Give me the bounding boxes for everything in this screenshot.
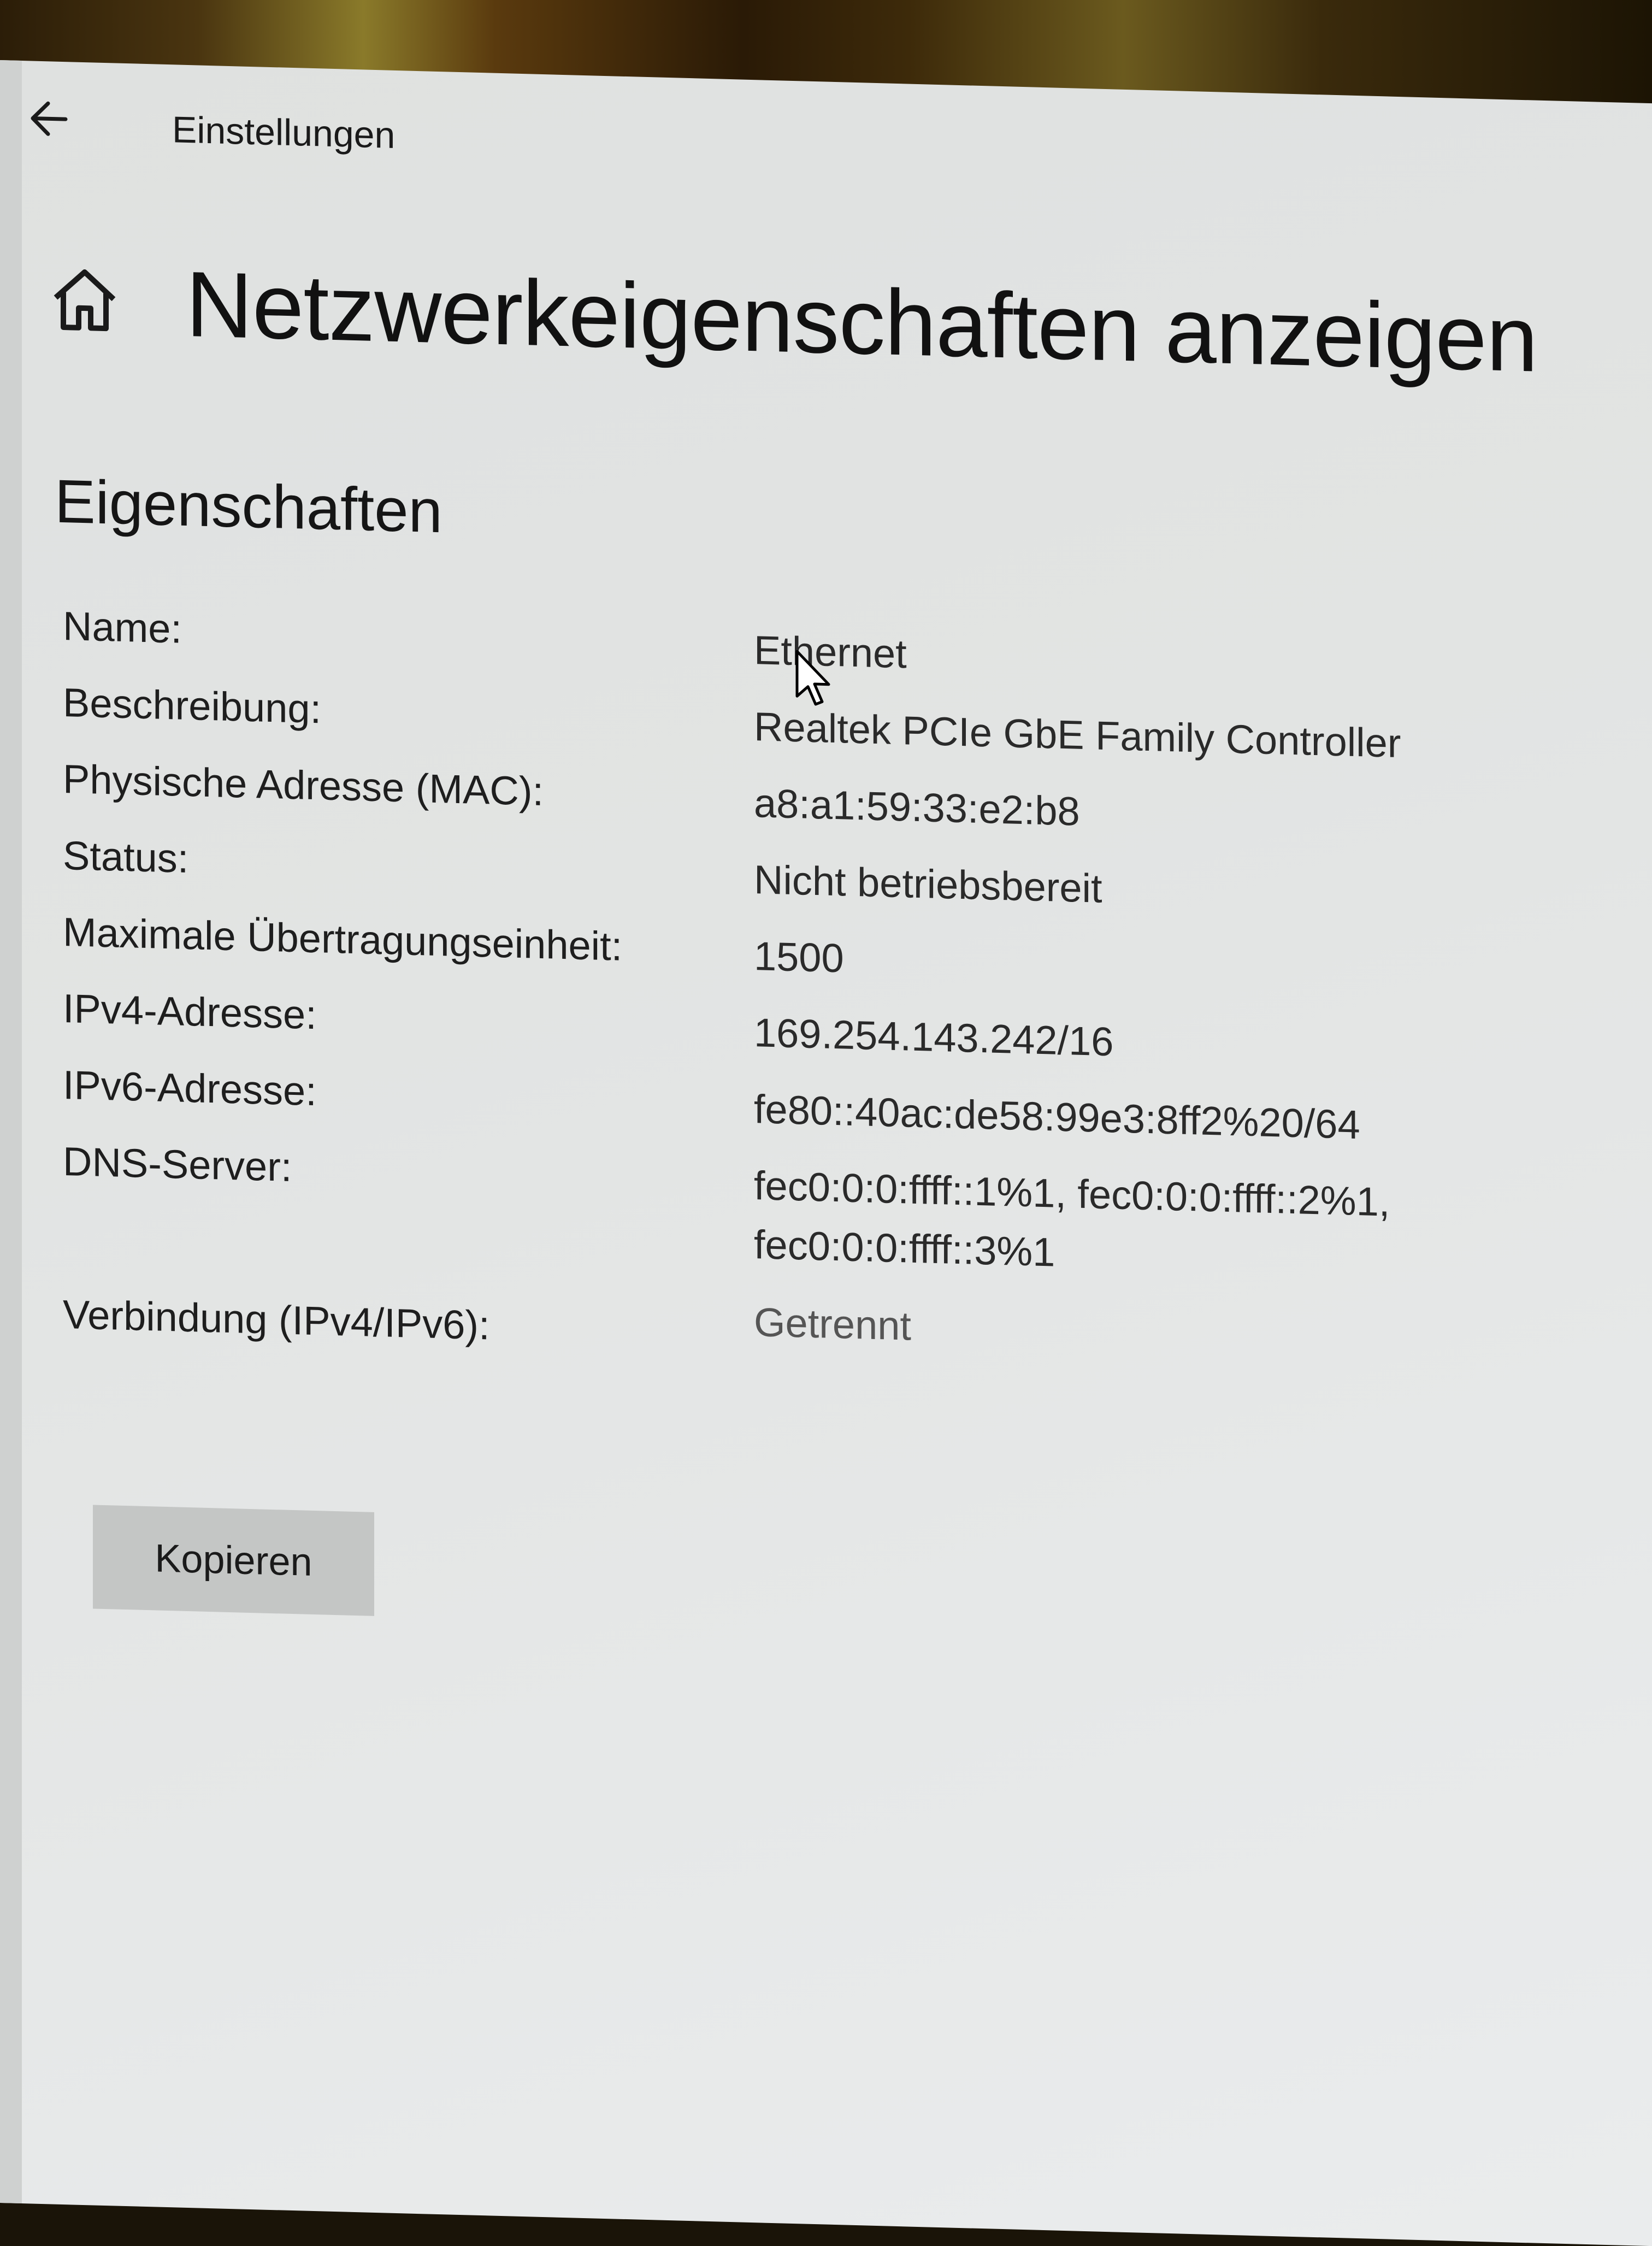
- property-value: Nicht betriebsbereit: [754, 857, 1102, 911]
- property-label: IPv4-Adresse:: [63, 986, 317, 1038]
- property-value: Getrennt: [754, 1299, 911, 1349]
- property-label: IPv6-Adresse:: [63, 1062, 317, 1115]
- copy-button[interactable]: Kopieren: [93, 1505, 374, 1616]
- app-title: Einstellungen: [172, 109, 396, 156]
- section-title: Eigenschaften: [55, 467, 442, 546]
- mouse-cursor-icon: [795, 650, 830, 706]
- title-bar: Einstellungen: [22, 88, 1606, 206]
- property-label: Verbindung (IPv4/IPv6):: [63, 1292, 490, 1348]
- settings-window: Einstellungen Netzwerkeigenschaften anze…: [0, 60, 1652, 2246]
- property-value: a8:a1:59:33:e2:b8: [754, 780, 1080, 834]
- dns-line-2: fec0:0:0:ffff::3%1: [754, 1222, 1055, 1275]
- back-arrow-icon[interactable]: [22, 88, 82, 150]
- page-title: Netzwerkeigenschaften anzeigen: [186, 252, 1538, 392]
- page-header: Netzwerkeigenschaften anzeigen: [49, 247, 1537, 406]
- properties-list: Name: Ethernet Beschreibung: Realtek PCI…: [63, 603, 1429, 1387]
- property-label: Name:: [63, 603, 182, 652]
- property-value: 169.254.143.242/16: [754, 1010, 1114, 1065]
- property-label: Status:: [63, 833, 189, 882]
- property-label: Beschreibung:: [63, 680, 322, 732]
- home-icon[interactable]: [49, 263, 120, 336]
- property-value: fec0:0:0:ffff::1%1, fec0:0:0:ffff::2%1, …: [754, 1156, 1390, 1290]
- dns-line-1: fec0:0:0:ffff::1%1, fec0:0:0:ffff::2%1,: [754, 1163, 1390, 1225]
- property-value: 1500: [754, 933, 844, 981]
- property-label: DNS-Server:: [63, 1139, 292, 1190]
